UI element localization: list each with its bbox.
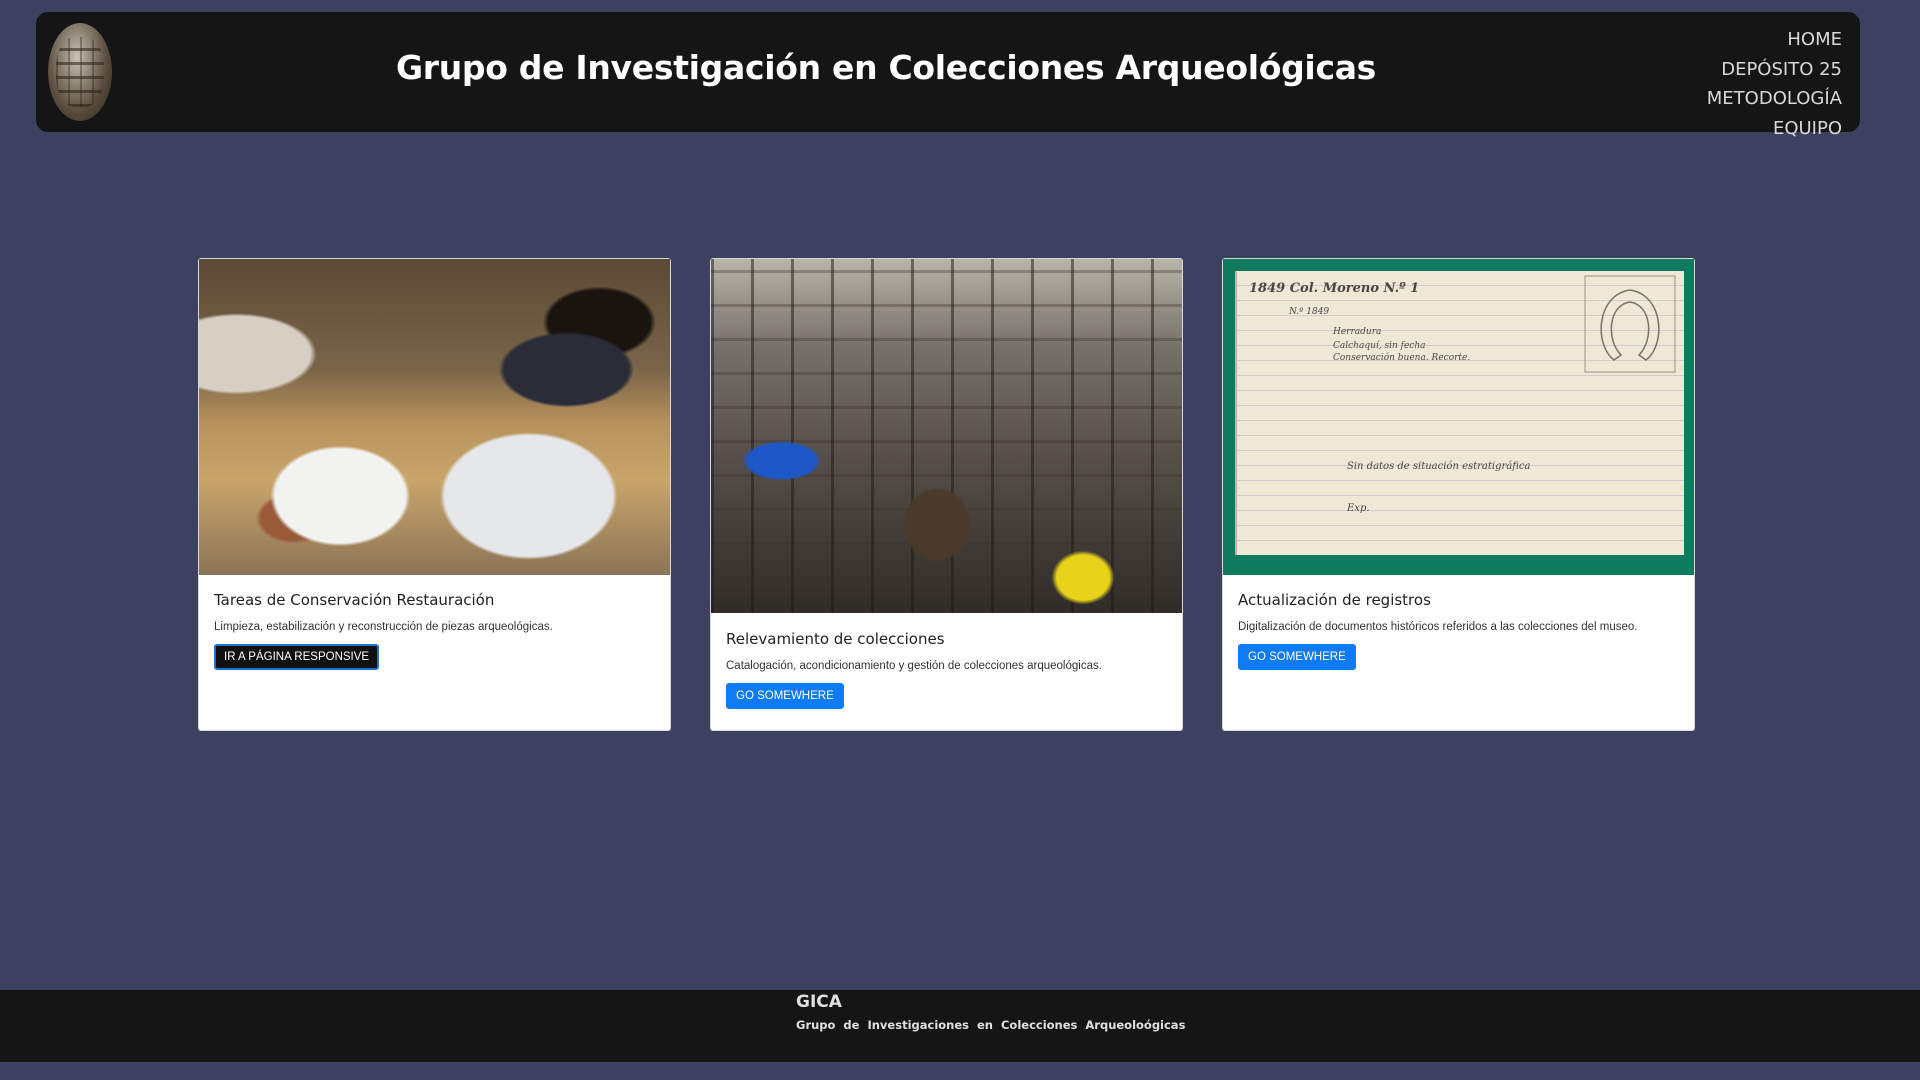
card-registros: 1849 Col. Moreno N.º 1 N.º 1849 Herradur… [1222, 258, 1695, 731]
site-header: Grupo de Investigación en Colecciones Ar… [36, 12, 1860, 139]
card-title: Actualización de registros [1238, 591, 1431, 609]
card-text: Catalogación, acondicionamiento y gestió… [726, 660, 1102, 672]
nav-equipo[interactable]: EQUIPO [1707, 114, 1842, 144]
document-card-image: 1849 Col. Moreno N.º 1 N.º 1849 Herradur… [1235, 271, 1684, 555]
card-body: Tareas de Conservación Restauración Limp… [214, 591, 655, 670]
document-handwriting: Sin datos de situación estratigráfica [1347, 461, 1531, 472]
card-image-conservacion [199, 259, 670, 575]
go-somewhere-button[interactable]: GO SOMEWHERE [726, 683, 844, 709]
card-body: Actualización de registros Digitalizació… [1238, 591, 1679, 670]
document-handwriting: Conservación buena. Recorte. [1333, 353, 1471, 363]
document-handwriting: Exp. [1347, 503, 1370, 514]
card-text: Limpieza, estabilización y reconstrucció… [214, 621, 553, 633]
card-title: Relevamiento de colecciones [726, 630, 945, 648]
go-somewhere-button[interactable]: GO SOMEWHERE [1238, 644, 1356, 670]
main-nav: HOME DEPÓSITO 25 METODOLOGÍA EQUIPO [1707, 25, 1842, 143]
footer-subtitle: Grupo de Investigaciones en Colecciones … [796, 1018, 1186, 1032]
nav-home[interactable]: HOME [1707, 25, 1842, 55]
site-footer: GICA Grupo de Investigaciones en Colecci… [0, 990, 1920, 1062]
card-image-deposito [711, 259, 1182, 613]
site-title: Grupo de Investigación en Colecciones Ar… [395, 48, 1377, 87]
card-image-documento: 1849 Col. Moreno N.º 1 N.º 1849 Herradur… [1223, 259, 1694, 575]
document-handwriting: 1849 Col. Moreno N.º 1 [1249, 281, 1420, 296]
card-conservacion: Tareas de Conservación Restauración Limp… [198, 258, 671, 731]
responsive-page-button[interactable]: IR A PÁGINA RESPONSIVE [214, 644, 380, 670]
card-body: Relevamiento de colecciones Catalogación… [726, 630, 1167, 709]
card-text: Digitalización de documentos históricos … [1238, 621, 1638, 633]
horseshoe-sketch-icon [1584, 275, 1676, 373]
card-title: Tareas de Conservación Restauración [214, 591, 495, 609]
document-handwriting: N.º 1849 [1289, 307, 1330, 317]
document-handwriting: Herradura [1333, 327, 1382, 337]
nav-metodologia[interactable]: METODOLOGÍA [1707, 84, 1842, 114]
nav-deposito-25[interactable]: DEPÓSITO 25 [1707, 55, 1842, 85]
footer-brand: GICA [796, 992, 842, 1012]
document-handwriting: Calchaquí, sin fecha [1333, 341, 1426, 351]
card-relevamiento: Relevamiento de colecciones Catalogación… [710, 258, 1183, 731]
